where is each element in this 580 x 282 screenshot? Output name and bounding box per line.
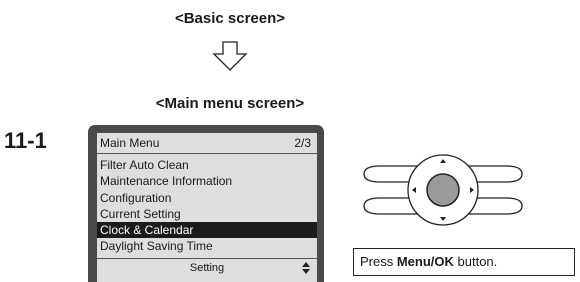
caption-button-name: Menu/OK — [396, 254, 454, 269]
menu-title: Main Menu — [100, 136, 160, 150]
menu-item-current-setting[interactable]: Current Setting — [97, 206, 317, 222]
step-number: 11-1 — [4, 128, 47, 153]
caption-prefix: Press — [360, 254, 397, 269]
footer-label: Setting — [189, 262, 225, 274]
caption-suffix: button. — [453, 254, 498, 269]
menu-footer: Setting — [97, 258, 317, 277]
menu-list: Filter Auto Clean Maintenance Informatio… — [97, 157, 317, 255]
up-down-arrows-icon — [302, 262, 310, 274]
remote-controller-icon — [363, 154, 523, 226]
lcd-screen: Main Menu 2/3 Filter Auto Clean Maintena… — [97, 133, 317, 282]
lcd-screen-frame: Main Menu 2/3 Filter Auto Clean Maintena… — [88, 125, 324, 282]
main-menu-screen-heading: <Main menu screen> — [155, 95, 305, 112]
menu-header: Main Menu 2/3 — [97, 133, 317, 154]
menu-item-configuration[interactable]: Configuration — [97, 190, 317, 206]
instruction-caption: Press Menu/OK button. — [353, 248, 575, 276]
menu-item-maintenance-information[interactable]: Maintenance Information — [97, 173, 317, 189]
menu-item-filter-auto-clean[interactable]: Filter Auto Clean — [97, 157, 317, 173]
down-arrow-icon — [212, 41, 248, 71]
menu-item-clock-calendar[interactable]: Clock & Calendar — [97, 222, 317, 239]
basic-screen-heading: <Basic screen> — [174, 10, 286, 27]
menu-page-indicator: 2/3 — [294, 136, 311, 150]
menu-item-daylight-saving-time[interactable]: Daylight Saving Time — [97, 238, 317, 254]
